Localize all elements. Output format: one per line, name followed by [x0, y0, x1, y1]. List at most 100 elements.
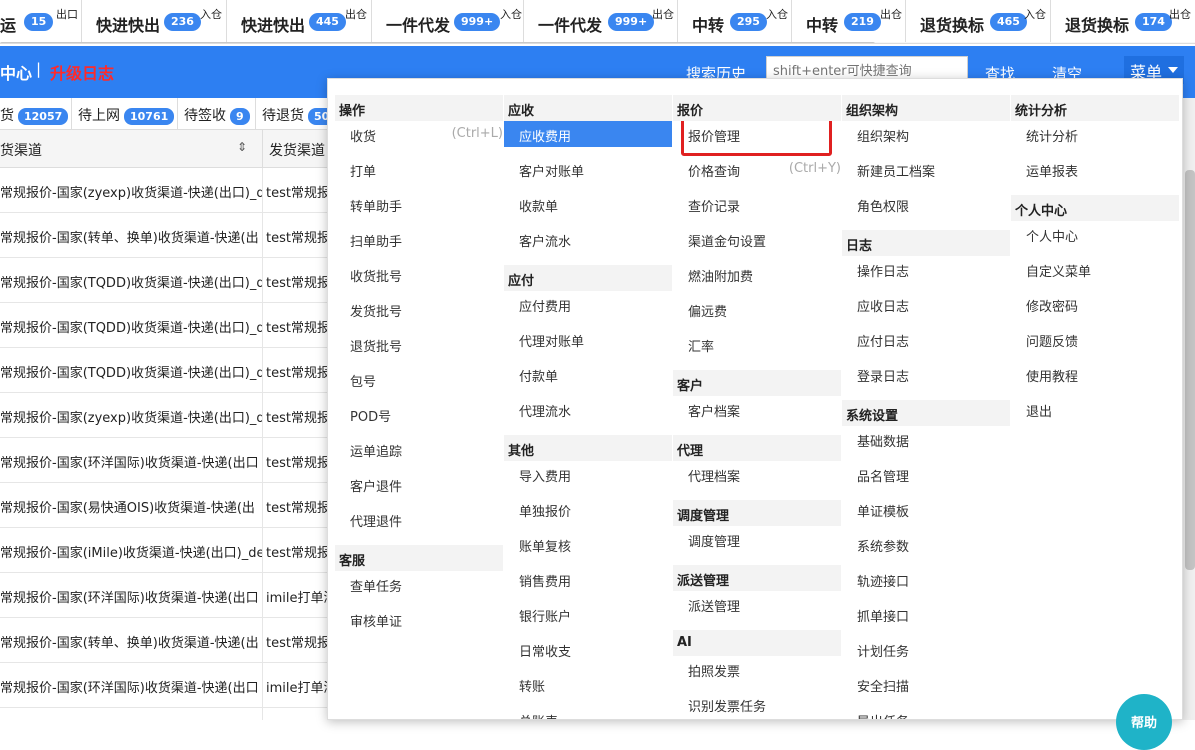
table-row[interactable]: 常规报价-国家(转单、换单)收货渠道-快递(出test常规报: [0, 708, 330, 720]
menu-item[interactable]: 发货批号: [335, 296, 503, 322]
filter-tab[interactable]: 待退货 50: [256, 98, 336, 129]
menu-item[interactable]: 扫单助手: [335, 226, 503, 252]
menu-item[interactable]: POD号: [335, 401, 503, 427]
menu-item[interactable]: 应收费用: [504, 121, 672, 147]
table-row[interactable]: 常规报价-国家(zyexp)收货渠道-快递(出口)_d test常规报: [0, 393, 330, 438]
menu-item[interactable]: 收货批号: [335, 261, 503, 287]
menu-item[interactable]: 打单: [335, 156, 503, 182]
menu-item[interactable]: 运单追踪: [335, 436, 503, 462]
menu-item[interactable]: 单独报价: [504, 496, 672, 522]
menu-item[interactable]: 退出: [1011, 396, 1179, 422]
menu-item[interactable]: 角色权限: [842, 191, 1010, 217]
menu-item[interactable]: 客户流水: [504, 226, 672, 252]
help-button[interactable]: 帮助: [1116, 694, 1172, 750]
menu-item[interactable]: 客户退件: [335, 471, 503, 497]
menu-item[interactable]: 收款单: [504, 191, 672, 217]
menu-item[interactable]: 偏远费: [673, 296, 841, 322]
menu-item[interactable]: 价格查询 (Ctrl+Y): [673, 156, 841, 182]
menu-item[interactable]: 代理流水: [504, 396, 672, 422]
menu-item[interactable]: 应收日志: [842, 291, 1010, 317]
table-row[interactable]: 常规报价-国家(zyexp)收货渠道-快递(出口)_d test常规报: [0, 168, 330, 213]
table-row[interactable]: 常规报价-国家(环洋国际)收货渠道-快递(出口 imile打单测: [0, 663, 330, 708]
menu-item[interactable]: 渠道金句设置: [673, 226, 841, 252]
menu-item[interactable]: 抓单接口: [842, 601, 1010, 627]
menu-item[interactable]: 系统参数: [842, 531, 1010, 557]
menu-item[interactable]: 个人中心: [1011, 221, 1179, 247]
menu-item[interactable]: 报价管理: [673, 121, 841, 147]
column-header-ship-channel[interactable]: 发货渠道: [262, 130, 330, 168]
menu-item[interactable]: 转单助手: [335, 191, 503, 217]
menu-item[interactable]: 安全扫描: [842, 671, 1010, 697]
tab-item[interactable]: 快进快出 445 出仓: [227, 0, 372, 42]
menu-item[interactable]: 客户档案: [673, 396, 841, 422]
sort-icon[interactable]: ⇕: [237, 140, 247, 154]
vertical-scrollbar[interactable]: [1185, 170, 1195, 570]
menu-item[interactable]: 退货批号: [335, 331, 503, 357]
filter-tab[interactable]: 待签收 9: [178, 98, 256, 129]
menu-item[interactable]: 代理档案: [673, 461, 841, 487]
menu-item[interactable]: 销售费用: [504, 566, 672, 592]
menu-item[interactable]: 转账: [504, 671, 672, 697]
tab-item[interactable]: 一件代发 999+ 出仓: [524, 0, 678, 42]
table-row[interactable]: 常规报价-国家(TQDD)收货渠道-快递(出口)_d test常规报: [0, 303, 330, 348]
tab-item[interactable]: 退货换标 465 入仓: [906, 0, 1051, 42]
menu-item[interactable]: 识别发票任务: [673, 691, 841, 717]
menu-item[interactable]: 应付日志: [842, 326, 1010, 352]
menu-item[interactable]: 应付费用: [504, 291, 672, 317]
menu-item[interactable]: 查单任务: [335, 571, 503, 597]
menu-item[interactable]: 派送管理: [673, 591, 841, 617]
menu-item[interactable]: 包号: [335, 366, 503, 392]
menu-item[interactable]: 银行账户: [504, 601, 672, 627]
menu-item[interactable]: 总账表: [504, 706, 672, 719]
menu-item[interactable]: 汇率: [673, 331, 841, 357]
table-row[interactable]: 常规报价-国家(环洋国际)收货渠道-快递(出口 imile打单测: [0, 573, 330, 618]
menu-item[interactable]: 组织架构: [842, 121, 1010, 147]
column-header-receive-channel[interactable]: 货渠道: [0, 140, 42, 160]
tab-item[interactable]: 中转 295 入仓: [678, 0, 792, 42]
table-row[interactable]: 常规报价-国家(环洋国际)收货渠道-快递(出口 test常规报: [0, 438, 330, 483]
menu-item[interactable]: 代理对账单: [504, 326, 672, 352]
menu-item[interactable]: 调度管理: [673, 526, 841, 552]
menu-item[interactable]: 修改密码: [1011, 291, 1179, 317]
menu-item[interactable]: 拍照发票: [673, 656, 841, 682]
table-row[interactable]: 常规报价-国家(TQDD)收货渠道-快递(出口)_d test常规报: [0, 258, 330, 303]
table-row[interactable]: 常规报价-国家(TQDD)收货渠道-快递(出口)_d test常规报: [0, 348, 330, 393]
tab-item[interactable]: 一件代发 999+ 入仓: [372, 0, 524, 42]
menu-item[interactable]: 轨迹接口: [842, 566, 1010, 592]
tab-scrollbar[interactable]: [0, 42, 875, 43]
table-row[interactable]: 常规报价-国家(转单、换单)收货渠道-快递(出test常规报: [0, 618, 330, 663]
table-row[interactable]: 常规报价-国家(易快通OIS)收货渠道-快递(出 test常规报: [0, 483, 330, 528]
filter-tab[interactable]: 货 12057: [0, 98, 72, 129]
menu-item[interactable]: 代理退件: [335, 506, 503, 532]
menu-item[interactable]: 问题反馈: [1011, 326, 1179, 352]
menu-item[interactable]: 基础数据: [842, 426, 1010, 452]
menu-item[interactable]: 收货 (Ctrl+L): [335, 121, 503, 147]
menu-item[interactable]: 登录日志: [842, 361, 1010, 387]
menu-item[interactable]: 运单报表: [1011, 156, 1179, 182]
menu-item[interactable]: 新建员工档案: [842, 156, 1010, 182]
menu-item[interactable]: 单证模板: [842, 496, 1010, 522]
menu-item[interactable]: 客户对账单: [504, 156, 672, 182]
menu-item[interactable]: 操作日志: [842, 256, 1010, 282]
menu-item[interactable]: 统计分析: [1011, 121, 1179, 147]
menu-item[interactable]: 审核单证: [335, 606, 503, 632]
menu-item[interactable]: 品名管理: [842, 461, 1010, 487]
menu-item[interactable]: 燃油附加费: [673, 261, 841, 287]
menu-item[interactable]: 使用教程: [1011, 361, 1179, 387]
menu-item[interactable]: 计划任务: [842, 636, 1010, 662]
table-row[interactable]: 常规报价-国家(iMile)收货渠道-快递(出口)_de test常规报: [0, 528, 330, 573]
menu-item[interactable]: 自定义菜单: [1011, 256, 1179, 282]
menu-item[interactable]: 付款单: [504, 361, 672, 387]
tab-item[interactable]: 退货换标 174 出仓: [1051, 0, 1195, 42]
menu-item[interactable]: 账单复核: [504, 531, 672, 557]
upgrade-log-link[interactable]: 升级日志: [50, 60, 114, 84]
filter-tab[interactable]: 待上网 10761: [72, 98, 178, 129]
menu-item[interactable]: 日常收支: [504, 636, 672, 662]
menu-item[interactable]: 导出任务: [842, 706, 1010, 719]
table-row[interactable]: 常规报价-国家(转单、换单)收货渠道-快递(出test常规报: [0, 213, 330, 258]
menu-item[interactable]: 查价记录: [673, 191, 841, 217]
tab-item[interactable]: 运 15 出口: [0, 0, 82, 42]
center-link[interactable]: 中心: [0, 60, 32, 84]
menu-item[interactable]: 导入费用: [504, 461, 672, 487]
tab-item[interactable]: 快进快出 236 入仓: [82, 0, 227, 42]
